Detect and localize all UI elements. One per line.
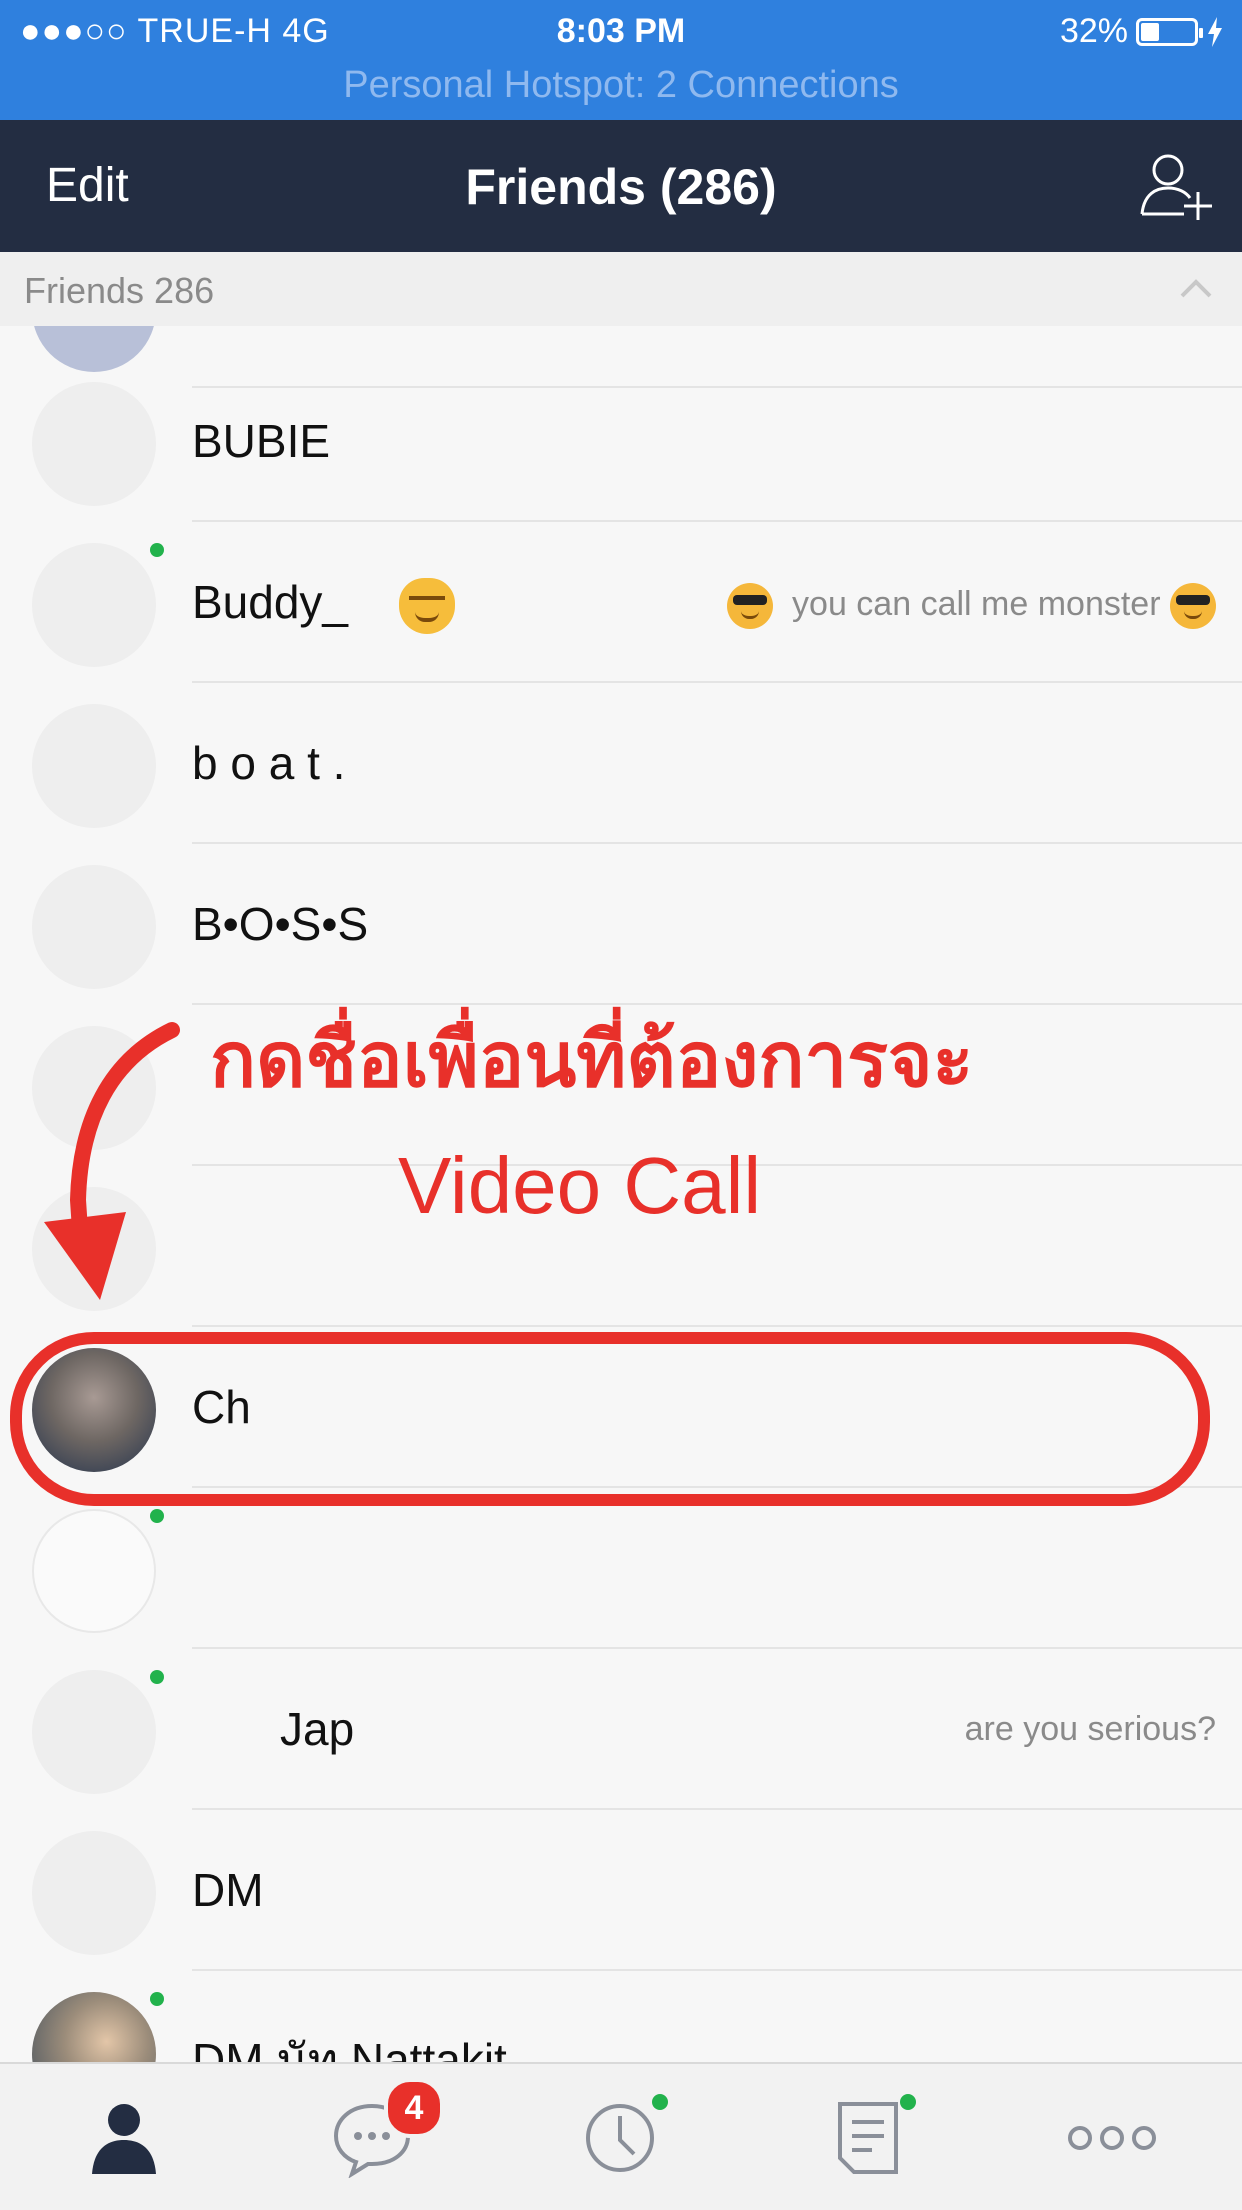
list-item[interactable]	[0, 1006, 1242, 1166]
hotspot-banner[interactable]: Personal Hotspot: 2 Connections	[0, 64, 1242, 107]
friend-name: Buddy_	[192, 575, 456, 634]
avatar	[32, 1509, 156, 1633]
tab-news[interactable]	[744, 2064, 992, 2210]
online-indicator	[150, 1509, 164, 1523]
list-item[interactable]: Buddy_ you can call me monster	[0, 523, 1242, 683]
friend-name: Ch	[192, 1381, 251, 1433]
avatar	[32, 1348, 156, 1472]
new-dot-indicator	[900, 2094, 916, 2110]
tab-bar: 4	[0, 2062, 1242, 2210]
clock: 8:03 PM	[556, 12, 686, 50]
friend-list[interactable]: BUBIE Buddy_ you can call me monster b o…	[0, 326, 1242, 2062]
tab-more[interactable]	[992, 2064, 1240, 2210]
add-friend-icon[interactable]	[1138, 148, 1214, 224]
friends-icon	[92, 2104, 156, 2174]
sunglasses-emoji-icon	[1170, 583, 1216, 629]
more-icon	[1068, 2126, 1156, 2150]
online-indicator	[150, 543, 164, 557]
avatar	[32, 1187, 156, 1311]
list-item[interactable]	[0, 1489, 1242, 1649]
list-item[interactable]: BUBIE	[0, 362, 1242, 522]
friend-name: DM นัท Nattakit	[192, 2034, 507, 2062]
sunglasses-emoji-icon	[727, 583, 774, 629]
list-item[interactable]: b o a t .	[0, 684, 1242, 844]
chevron-up-icon[interactable]	[1176, 270, 1216, 310]
list-item[interactable]: DM	[0, 1811, 1242, 1971]
friend-name: B•O•S•S	[192, 898, 369, 950]
tab-timeline[interactable]	[496, 2064, 744, 2210]
avatar	[32, 543, 156, 667]
list-item[interactable]	[0, 1167, 1242, 1327]
page-title: Friends (286)	[465, 159, 777, 215]
list-item[interactable]: Jap are you serious?	[0, 1650, 1242, 1810]
news-icon	[838, 2102, 898, 2174]
status-bar: ●●●○○ TRUE-H 4G 8:03 PM 32% Personal Hot…	[0, 0, 1242, 120]
avatar	[32, 1831, 156, 1955]
online-indicator	[150, 1670, 164, 1684]
timeline-icon	[586, 2104, 654, 2172]
avatar	[32, 1670, 156, 1794]
battery-indicator: 32%	[1060, 12, 1224, 51]
status-message: are you serious?	[964, 1710, 1216, 1748]
avatar	[32, 1992, 156, 2062]
list-item[interactable]: DM นัท Nattakit	[0, 1972, 1242, 2062]
friend-name: BUBIE	[192, 415, 331, 467]
avatar	[32, 1026, 156, 1150]
battery-percent: 32%	[1059, 12, 1128, 50]
avatar	[32, 382, 156, 506]
section-label: Friends 286	[24, 270, 215, 311]
new-dot-indicator	[652, 2094, 668, 2110]
friend-name: Jap	[280, 1703, 355, 1755]
list-item[interactable]: B•O•S•S	[0, 845, 1242, 1005]
cat-emoji-icon	[399, 577, 456, 634]
tab-friends[interactable]	[0, 2064, 248, 2210]
list-item-highlighted[interactable]: Ch	[0, 1328, 1242, 1488]
friend-name: DM	[192, 1864, 264, 1916]
battery-icon	[1136, 17, 1203, 46]
avatar	[32, 865, 156, 989]
online-indicator	[150, 1992, 164, 2006]
tab-chats[interactable]: 4	[248, 2064, 496, 2210]
nav-bar: Edit Friends (286)	[0, 120, 1242, 252]
friend-name: b o a t .	[192, 737, 346, 789]
avatar	[32, 704, 156, 828]
unread-badge: 4	[384, 2078, 444, 2138]
charging-bolt-icon	[1208, 16, 1222, 47]
status-message: you can call me monster	[727, 583, 1216, 629]
friends-section-header[interactable]: Friends 286	[0, 252, 1242, 326]
